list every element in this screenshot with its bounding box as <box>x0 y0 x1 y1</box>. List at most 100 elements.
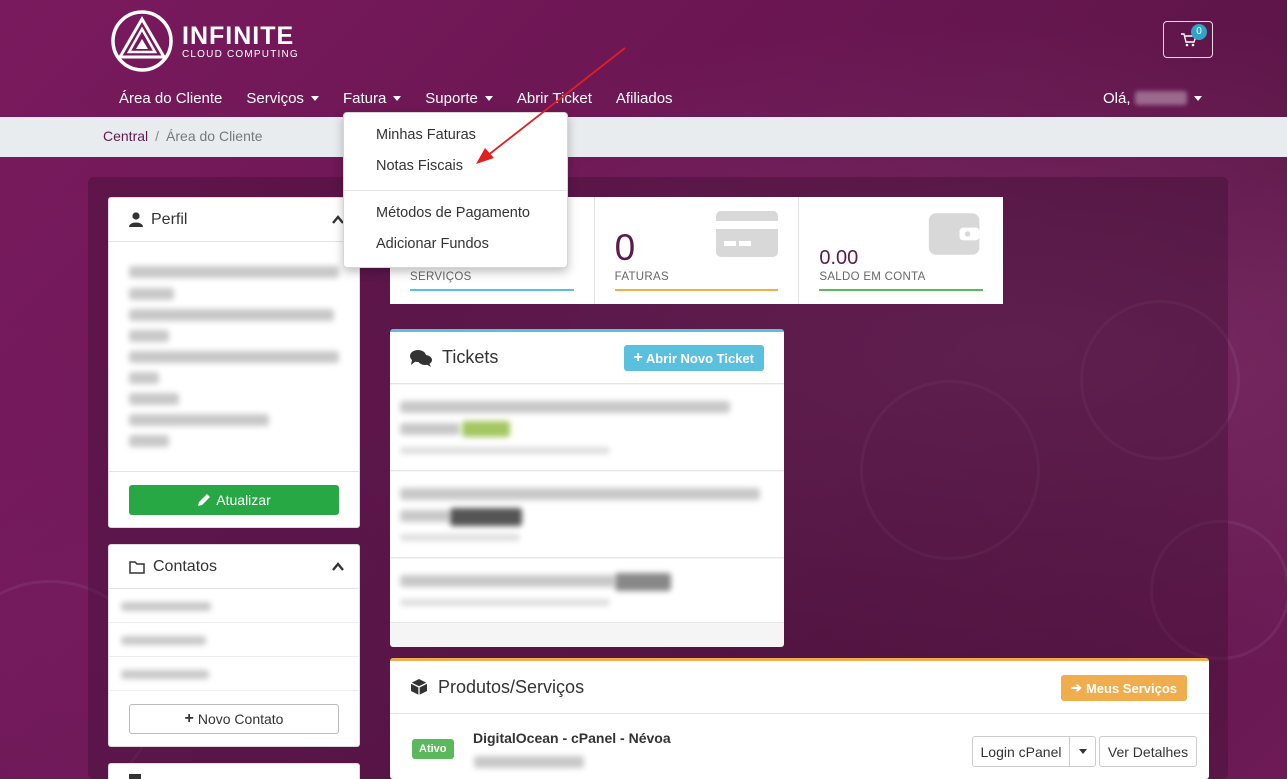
breadcrumb-current: Área do Cliente <box>166 128 263 144</box>
nav-item-area-cliente[interactable]: Área do Cliente <box>107 80 234 116</box>
plus-icon: + <box>184 710 194 727</box>
wallet-icon <box>928 213 980 255</box>
pencil-icon <box>198 494 211 506</box>
redacted-domain <box>474 756 584 768</box>
redacted-text <box>129 372 159 384</box>
contatos-card: Contatos + Novo Contato <box>108 544 360 747</box>
ver-detalhes-button[interactable]: Ver Detalhes <box>1099 736 1197 767</box>
stat-faturas-value: 0 <box>614 227 636 268</box>
user-menu[interactable]: Olá, <box>1093 80 1212 116</box>
ticket-item[interactable] <box>390 472 784 558</box>
ver-detalhes-label: Ver Detalhes <box>1107 743 1189 760</box>
menu-item-notas-fiscais[interactable]: Notas Fiscais <box>376 158 463 174</box>
caret-down-icon <box>1193 95 1202 101</box>
stat-bar <box>410 289 574 291</box>
arrow-right-icon: ➔ <box>1071 680 1082 695</box>
nav-item-servicos[interactable]: Serviços <box>234 80 331 116</box>
contact-list-item[interactable] <box>109 590 359 623</box>
redacted-text <box>121 670 209 679</box>
novo-contato-label: Novo Contato <box>197 711 284 727</box>
status-badge: Ativo <box>412 739 454 759</box>
caret-down-icon <box>310 95 319 101</box>
caret-down-icon <box>484 95 493 101</box>
meus-servicos-label: Meus Serviços <box>1085 680 1177 696</box>
nav-item-suporte[interactable]: Suporte <box>413 80 505 116</box>
redacted-text <box>400 447 610 454</box>
menu-divider <box>344 190 567 191</box>
stat-faturas[interactable]: 0 FATURAS <box>595 197 800 304</box>
produtos-title: Produtos/Serviços <box>438 676 585 697</box>
contatos-title: Contatos <box>153 557 218 575</box>
perfil-title: Perfil <box>151 210 188 228</box>
nav-label: Área do Cliente <box>119 89 223 107</box>
redacted-text <box>129 330 169 342</box>
stat-saldo-label: SALDO EM CONTA <box>819 271 926 283</box>
redacted-text <box>129 435 169 447</box>
nav-item-fatura[interactable]: Fatura <box>331 80 413 116</box>
cart-button[interactable]: 0 <box>1163 21 1213 58</box>
atualizar-label: Atualizar <box>216 492 271 508</box>
brand-name: INFINITE <box>182 21 295 50</box>
perfil-header[interactable]: Perfil <box>109 198 359 242</box>
redacted-text <box>129 414 269 426</box>
brand-tagline: CLOUD COMPUTING <box>182 48 299 60</box>
nav-item-abrir-ticket[interactable]: Abrir Ticket <box>505 80 604 116</box>
ticket-item[interactable] <box>390 559 784 623</box>
meus-servicos-button[interactable]: ➔ Meus Serviços <box>1061 675 1187 701</box>
chevron-up-icon[interactable] <box>331 560 345 574</box>
brand-logo[interactable]: INFINITE CLOUD COMPUTING <box>110 8 310 74</box>
login-dropdown-toggle[interactable] <box>1069 736 1096 767</box>
redacted-text <box>121 602 211 611</box>
contact-list-item[interactable] <box>109 624 359 657</box>
credit-card-icon <box>716 211 779 257</box>
breadcrumb-separator: / <box>155 128 160 144</box>
produtos-header: Produtos/Serviços ➔ Meus Serviços <box>390 661 1209 714</box>
product-name[interactable]: DigitalOcean - cPanel - Névoa <box>473 730 671 746</box>
greeting: Olá, <box>1103 89 1131 107</box>
nav-item-afiliados[interactable]: Afiliados <box>604 80 685 116</box>
plus-icon: + <box>633 349 643 366</box>
nav-label: Abrir Ticket <box>516 89 592 107</box>
stat-saldo-value: 0.00 <box>819 247 859 269</box>
left-card-partial <box>108 763 360 779</box>
redacted-text <box>129 266 339 278</box>
menu-item-metodos-pagamento[interactable]: Métodos de Pagamento <box>376 205 530 221</box>
redacted-text <box>129 393 179 405</box>
menu-item-adicionar-fundos[interactable]: Adicionar Fundos <box>376 236 489 252</box>
folder-icon <box>129 560 145 574</box>
triangle-logo-icon <box>111 10 173 72</box>
card-icon <box>129 774 141 779</box>
status-badge <box>450 508 522 526</box>
novo-contato-button[interactable]: + Novo Contato <box>129 704 339 734</box>
breadcrumb-home[interactable]: Central <box>103 128 148 144</box>
stat-saldo[interactable]: 0.00 SALDO EM CONTA <box>799 197 1003 304</box>
atualizar-button[interactable]: Atualizar <box>129 485 339 515</box>
nav-label: Afiliados <box>615 89 673 107</box>
redacted-text <box>400 510 450 522</box>
redacted-text <box>400 599 610 606</box>
contact-list-item[interactable] <box>109 658 359 691</box>
cube-icon <box>410 679 428 695</box>
stat-bar <box>819 289 984 291</box>
redacted-text <box>129 309 334 321</box>
breadcrumb: Central / Área do Cliente <box>103 128 263 144</box>
user-name-redacted <box>1134 91 1187 105</box>
divider <box>109 471 359 472</box>
stat-faturas-label: FATURAS <box>614 271 669 283</box>
redacted-text <box>400 488 760 500</box>
contatos-header[interactable]: Contatos <box>109 545 359 589</box>
user-icon <box>129 212 143 227</box>
login-cpanel-button[interactable]: Login cPanel <box>972 736 1070 767</box>
menu-item-minhas-faturas[interactable]: Minhas Faturas <box>376 127 476 143</box>
redacted-text <box>121 636 206 645</box>
abrir-novo-ticket-label: Abrir Novo Ticket <box>645 350 754 366</box>
tickets-card: Tickets + Abrir Novo Ticket <box>390 329 784 647</box>
main-nav: Área do Cliente Serviços Fatura Suporte … <box>107 80 685 116</box>
abrir-novo-ticket-button[interactable]: + Abrir Novo Ticket <box>623 345 764 371</box>
cart-count-badge: 0 <box>1191 24 1207 40</box>
caret-down-icon <box>1078 749 1087 754</box>
status-badge <box>615 573 671 591</box>
tickets-title: Tickets <box>442 347 499 367</box>
redacted-text <box>129 351 339 363</box>
ticket-item[interactable] <box>390 385 784 471</box>
